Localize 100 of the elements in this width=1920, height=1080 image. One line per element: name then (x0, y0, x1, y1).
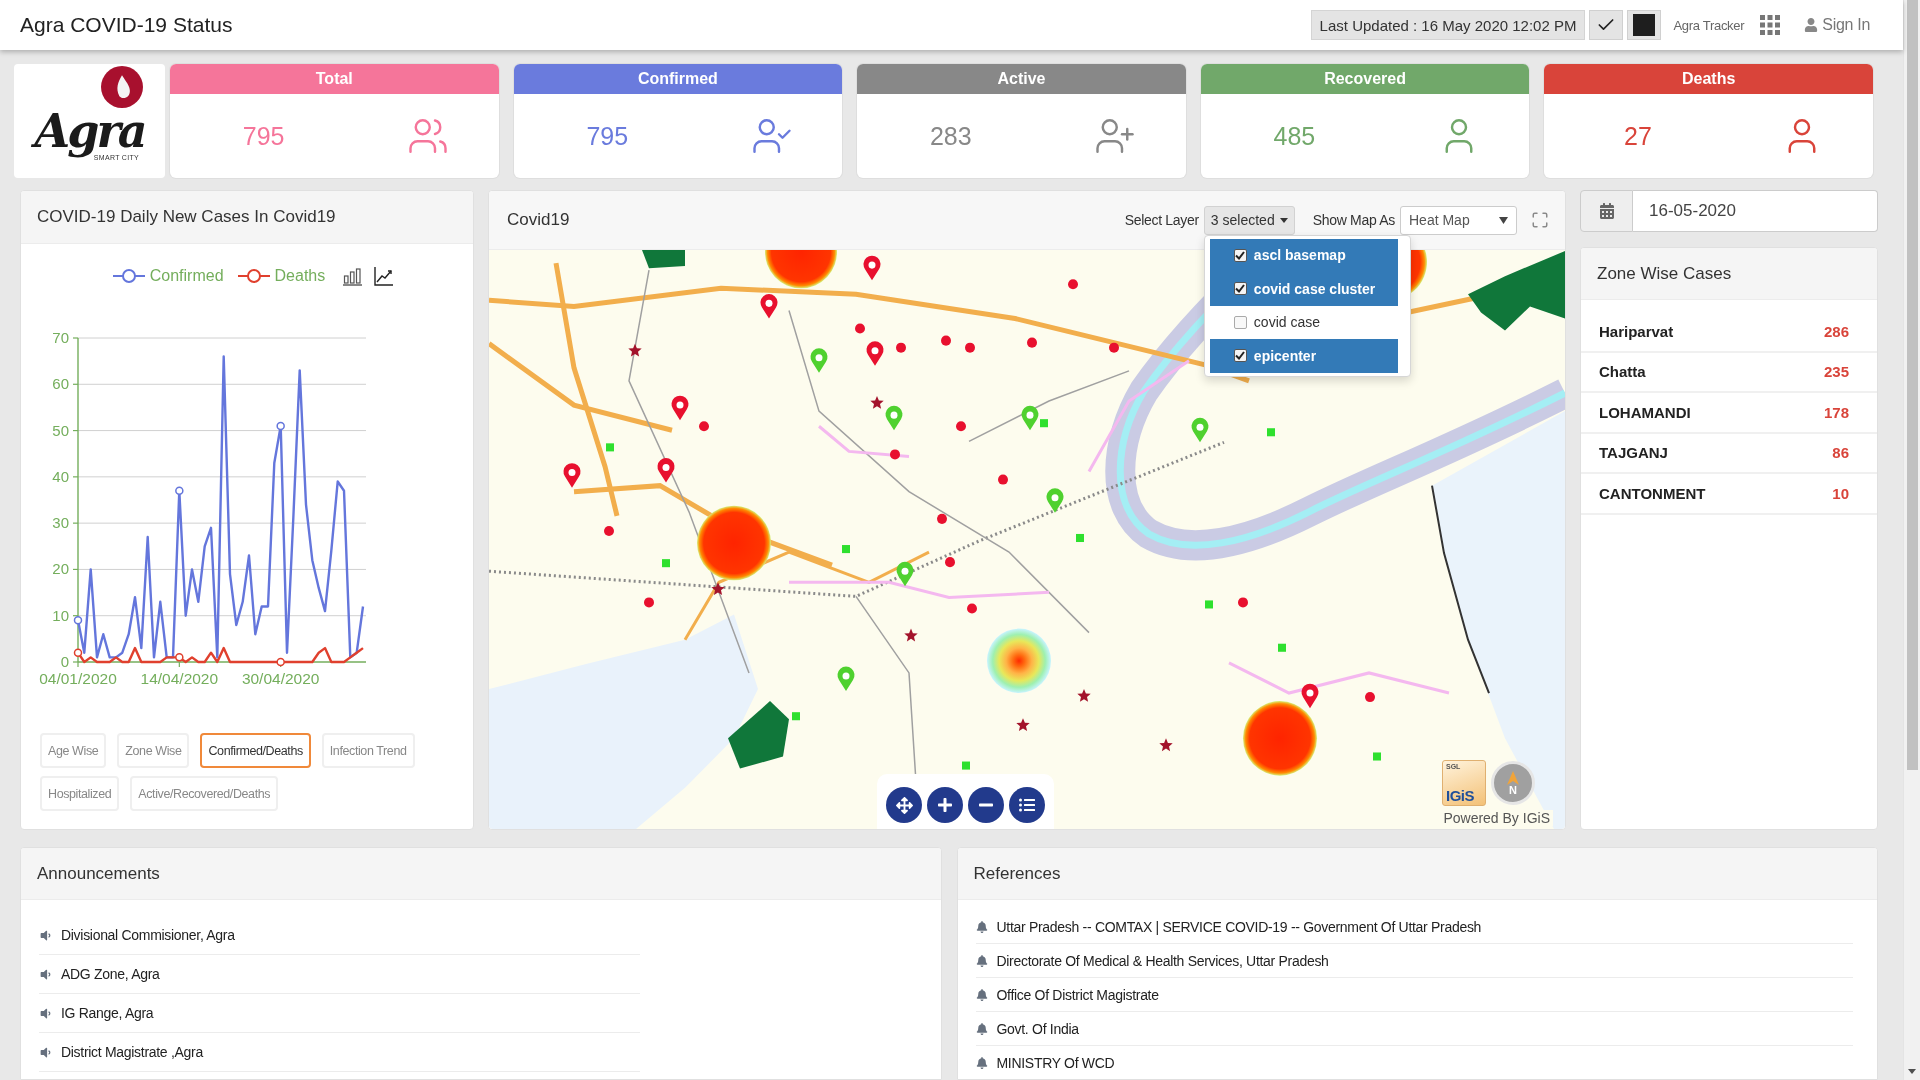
north-arrow-icon (1507, 770, 1519, 785)
zoom-out-button[interactable] (968, 787, 1004, 823)
map-pin-icon[interactable] (863, 255, 881, 281)
star-icon[interactable] (1077, 689, 1091, 702)
location-dot-icon[interactable] (1068, 279, 1078, 290)
location-dot-icon[interactable] (604, 525, 614, 536)
announcement-link[interactable]: Divisional Commisioner, Agra (61, 927, 235, 943)
map-type-select[interactable]: Heat Map (1400, 205, 1517, 235)
square-icon (1633, 14, 1656, 36)
layer-option[interactable]: ascl basemap (1209, 238, 1398, 272)
location-dot-icon[interactable] (998, 474, 1008, 485)
map-pin-icon[interactable] (671, 395, 689, 421)
stat-value: 485 (1273, 121, 1316, 151)
checkbox[interactable] (1233, 282, 1247, 296)
square-marker-icon[interactable] (1278, 643, 1286, 652)
chart-view-tab[interactable]: Zone Wise (117, 733, 190, 768)
star-icon[interactable] (628, 343, 642, 357)
reference-link[interactable]: Uttar Pradesh -- COMTAX | SERVICE COVID-19 -- Government Of Uttar Pradesh (996, 918, 1482, 935)
map-pin-icon[interactable] (657, 458, 675, 483)
reference-link[interactable]: Govt. Of India (996, 1020, 1079, 1037)
zoom-in-button[interactable] (927, 787, 963, 823)
location-dot-icon[interactable] (855, 323, 865, 334)
scrollbar[interactable] (1903, 0, 1920, 1080)
chart-view-tab[interactable]: Age Wise (40, 733, 107, 768)
pan-button[interactable] (886, 787, 922, 823)
square-marker-icon[interactable] (1267, 428, 1275, 437)
location-dot-icon[interactable] (699, 421, 709, 432)
star-icon[interactable] (1016, 718, 1030, 731)
chart-view-tab[interactable]: Active/Recovered/Deaths (130, 776, 279, 811)
chart-view-tab[interactable]: Hospitalized (40, 776, 120, 811)
check-button[interactable] (1589, 10, 1624, 40)
y-axis-label: 10 (52, 606, 69, 624)
stat-card-title: Confirmed (513, 64, 843, 94)
square-marker-icon[interactable] (1040, 419, 1048, 428)
user-icon (1804, 18, 1819, 32)
layer-select-button[interactable]: 3 selected (1203, 205, 1295, 235)
chart-view-tab[interactable]: Infection Trend (321, 733, 415, 768)
square-marker-icon[interactable] (962, 761, 970, 770)
list-icon (1019, 797, 1035, 813)
map-pin-icon[interactable] (1046, 488, 1064, 513)
layer-list-button[interactable] (1009, 787, 1045, 823)
map-pin-icon[interactable] (563, 463, 581, 488)
checkbox[interactable] (1233, 349, 1247, 363)
square-marker-icon[interactable] (1076, 533, 1084, 542)
layer-option[interactable]: covid case cluster (1209, 272, 1398, 306)
last-updated-label: Last Updated : 16 May 2020 12:02 PM (1310, 10, 1586, 40)
square-marker-icon[interactable] (842, 545, 850, 554)
tracker-link[interactable]: Agra Tracker (1673, 17, 1745, 33)
location-dot-icon[interactable] (1365, 692, 1375, 703)
square-marker-icon[interactable] (1373, 752, 1381, 761)
star-icon[interactable] (1159, 738, 1173, 752)
location-dot-icon[interactable] (890, 449, 900, 460)
square-marker-icon[interactable] (1205, 600, 1213, 609)
map-pin-icon[interactable] (1301, 683, 1319, 709)
move-icon (895, 796, 913, 814)
announcement-link[interactable]: IG Range, Agra (61, 1005, 154, 1021)
location-dot-icon[interactable] (945, 557, 955, 568)
star-icon[interactable] (870, 396, 884, 409)
announcement-link[interactable]: ADG Zone, Agra (61, 966, 160, 982)
location-dot-icon[interactable] (941, 335, 951, 346)
map-pin-icon[interactable] (760, 294, 778, 319)
location-dot-icon[interactable] (644, 597, 654, 608)
line-chart-icon[interactable] (374, 266, 394, 286)
date-field[interactable]: 16-05-2020 (1633, 190, 1878, 232)
checkbox[interactable] (1233, 315, 1247, 329)
bar-chart-icon[interactable] (343, 266, 363, 286)
square-marker-icon[interactable] (606, 443, 614, 452)
location-dot-icon[interactable] (1238, 597, 1248, 608)
fullscreen-icon[interactable] (1531, 211, 1549, 229)
location-dot-icon[interactable] (896, 342, 906, 353)
theme-button[interactable] (1627, 10, 1662, 40)
scrollbar-thumb[interactable] (1906, 0, 1918, 770)
chart-view-tab[interactable]: Confirmed/Deaths (200, 733, 311, 768)
star-icon[interactable] (904, 628, 918, 642)
location-dot-icon[interactable] (1027, 337, 1037, 348)
plus-icon (937, 797, 953, 813)
scroll-down-arrow-icon[interactable] (1908, 1069, 1916, 1074)
panel-title: References (973, 863, 1061, 884)
sign-in-link[interactable]: Sign In (1804, 16, 1870, 34)
apps-grid-icon[interactable] (1760, 15, 1781, 35)
reference-link[interactable]: Directorate Of Medical & Health Services, Uttar Pradesh (996, 952, 1329, 969)
y-axis-label: 40 (52, 467, 69, 485)
location-dot-icon[interactable] (967, 603, 977, 614)
location-dot-icon[interactable] (1109, 342, 1119, 353)
layer-option[interactable]: epicenter (1209, 339, 1398, 373)
reference-link[interactable]: MINISTRY Of WCD (996, 1054, 1115, 1071)
map-pin-icon[interactable] (866, 341, 884, 366)
square-marker-icon[interactable] (662, 559, 670, 568)
calendar-button[interactable] (1580, 190, 1633, 232)
zone-name: Chatta (1599, 363, 1646, 381)
checkbox[interactable] (1233, 248, 1247, 262)
location-dot-icon[interactable] (956, 421, 966, 432)
location-dot-icon[interactable] (937, 513, 947, 524)
location-dot-icon[interactable] (965, 342, 975, 353)
reference-link[interactable]: Office Of District Magistrate (996, 986, 1159, 1003)
square-marker-icon[interactable] (792, 712, 800, 721)
announcement-link[interactable]: District Magistrate ,Agra (61, 1044, 203, 1060)
stat-value: 795 (242, 121, 285, 151)
map-type-label: Show Map As (1312, 212, 1395, 228)
star-icon[interactable] (711, 582, 725, 596)
